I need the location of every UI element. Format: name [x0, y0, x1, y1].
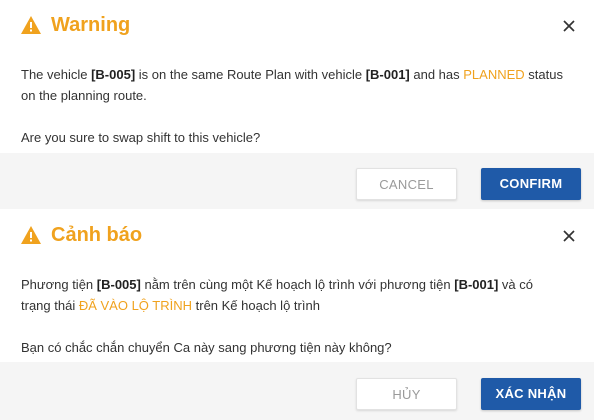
confirm-button[interactable]: CONFIRM — [481, 168, 581, 200]
confirm-question: Are you sure to swap shift to this vehic… — [21, 130, 261, 145]
vehicle-b: [B-001] — [454, 277, 499, 292]
dialog-message: The vehicle [B-005] is on the same Route… — [21, 64, 564, 148]
message-line: The vehicle [B-005] is on the same Route… — [21, 64, 564, 106]
dialog-footer: HỦY XÁC NHẬN — [0, 362, 594, 420]
dialog-header: Warning — [0, 11, 594, 41]
status-label: ĐÃ VÀO LỘ TRÌNH — [78, 298, 193, 313]
dialog-footer: CANCEL CONFIRM — [0, 153, 594, 209]
cancel-button[interactable]: CANCEL — [356, 168, 457, 200]
dialog-title: Cảnh báo — [51, 224, 143, 246]
cancel-button[interactable]: HỦY — [356, 378, 457, 410]
confirm-button[interactable]: XÁC NHẬN — [481, 378, 581, 410]
vehicle-a: [B-005] — [91, 67, 136, 82]
dialog-header: Cảnh báo — [0, 221, 594, 251]
close-icon[interactable] — [558, 15, 580, 37]
message-middle: is on the same Route Plan with vehicle — [135, 67, 366, 82]
close-icon[interactable] — [558, 225, 580, 247]
vehicle-b: [B-001] — [365, 67, 410, 82]
message-prefix: The vehicle — [21, 67, 92, 82]
status-label: PLANNED — [463, 67, 525, 82]
vehicle-a: [B-005] — [96, 277, 141, 292]
message-suffix: trên Kế hoạch lộ trình — [192, 298, 320, 313]
warning-triangle-icon — [21, 226, 41, 244]
message-line: Phương tiện [B-005] nằm trên cùng một Kế… — [21, 274, 564, 316]
message-prefix: Phương tiện — [21, 277, 97, 292]
warning-dialog-vi: Cảnh báo Phương tiện [B-005] nằm trên cù… — [0, 209, 594, 420]
warning-dialog-en: Warning The vehicle [B-005] is on the sa… — [0, 0, 594, 209]
confirm-question: Bạn có chắc chắn chuyển Ca này sang phươ… — [21, 340, 392, 355]
message-and: and has — [409, 67, 464, 82]
dialog-title: Warning — [51, 14, 131, 36]
dialog-message: Phương tiện [B-005] nằm trên cùng một Kế… — [21, 274, 564, 358]
message-middle: nằm trên cùng một Kế hoạch lộ trình với … — [140, 277, 455, 292]
warning-triangle-icon — [21, 16, 41, 34]
